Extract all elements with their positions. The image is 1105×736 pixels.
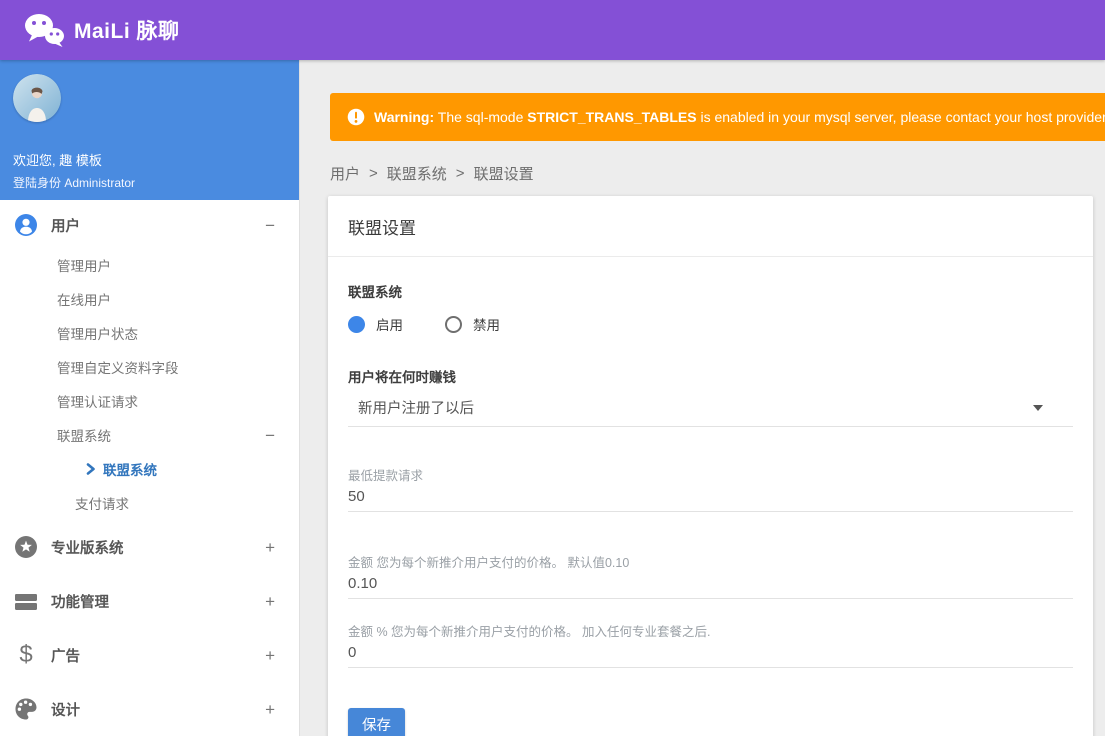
- sidebar-profile: 欢迎您, 趣 模板 登陆身份 Administrator: [0, 60, 299, 200]
- brand-title: MaiLi 脉聊: [74, 20, 180, 43]
- breadcrumb-separator: >: [369, 165, 378, 182]
- wechat-logo-icon: [24, 12, 64, 48]
- amount-per-referral-input[interactable]: [348, 571, 1073, 599]
- sidebar: 欢迎您, 趣 模板 登陆身份 Administrator 用户 − 管理用户 在…: [0, 60, 300, 736]
- warning-text: Warning: The sql-mode STRICT_TRANS_TABLE…: [374, 109, 1105, 125]
- affiliate-system-group: 联盟系统 启用 禁用: [348, 281, 1073, 334]
- earn-when-select[interactable]: 新用户注册了以后: [348, 397, 1073, 427]
- sidebar-subitem-label: 管理自定义资料字段: [57, 361, 179, 376]
- sidebar-item-users[interactable]: 用户 −: [0, 202, 299, 248]
- sidebar-item-label: 专业版系统: [51, 540, 124, 557]
- min-withdraw-field: 最低提款请求: [348, 465, 1073, 512]
- expand-plus-icon[interactable]: +: [265, 593, 275, 610]
- earn-when-group: 用户将在何时赚钱 新用户注册了以后: [348, 366, 1073, 427]
- panel-body: 联盟系统 启用 禁用 用户将在何时赚钱 新用户注册了以后 最低提款请求 50 金…: [328, 257, 1093, 736]
- sidebar-item-custom-fields[interactable]: 管理自定义资料字段: [0, 350, 299, 384]
- sidebar-item-pro-system[interactable]: 专业版系统 +: [0, 520, 299, 574]
- percent-per-referral-label: 金额 % 您为每个新推介用户支付的价格。 加入任何专业套餐之后.: [348, 625, 711, 639]
- percent-per-referral-field: 金额 % 您为每个新推介用户支付的价格。 加入任何专业套餐之后.: [348, 621, 1073, 668]
- collapse-minus-icon[interactable]: −: [265, 427, 275, 444]
- affiliate-system-radios: 启用 禁用: [348, 314, 1073, 334]
- affiliate-system-label: 联盟系统: [348, 285, 402, 300]
- radio-selected-icon[interactable]: [348, 315, 365, 333]
- sidebar-item-label: 设计: [51, 702, 80, 719]
- earn-when-label: 用户将在何时赚钱: [348, 370, 456, 385]
- radio-enable[interactable]: 启用: [348, 314, 403, 334]
- panel-title: 联盟设置: [328, 196, 1093, 257]
- warning-banner: Warning: The sql-mode STRICT_TRANS_TABLE…: [330, 93, 1105, 141]
- radio-unselected-icon[interactable]: [445, 315, 462, 333]
- user-icon: [14, 213, 38, 237]
- sidebar-item-feature-management[interactable]: 功能管理 +: [0, 574, 299, 628]
- sidebar-subitem-label: 联盟系统: [103, 463, 157, 478]
- welcome-text: 欢迎您, 趣 模板: [13, 153, 102, 168]
- sidebar-item-online-users[interactable]: 在线用户: [0, 282, 299, 316]
- exclamation-circle-icon: [347, 108, 365, 126]
- sidebar-menu: 用户 − 管理用户 在线用户 管理用户状态 管理自定义资料字段 管理认证请求 联…: [0, 200, 299, 736]
- sidebar-item-ads[interactable]: $ 广告 +: [0, 628, 299, 682]
- sidebar-item-design[interactable]: 设计 +: [0, 682, 299, 736]
- save-button[interactable]: 保存: [348, 708, 405, 736]
- sidebar-item-label: 功能管理: [51, 594, 109, 611]
- sidebar-item-affiliate-group[interactable]: 联盟系统 −: [0, 418, 299, 452]
- sidebar-item-user-status[interactable]: 管理用户状态: [0, 316, 299, 350]
- expand-plus-icon[interactable]: +: [265, 701, 275, 718]
- earn-when-value: 新用户注册了以后: [358, 401, 474, 417]
- radio-enable-label: 启用: [376, 318, 403, 333]
- breadcrumb-affiliate-system[interactable]: 联盟系统: [387, 163, 447, 184]
- sidebar-item-label: 广告: [51, 648, 80, 665]
- sidebar-subitem-label: 支付请求: [75, 497, 129, 512]
- bars-icon: [14, 589, 38, 613]
- sidebar-subitem-label: 管理用户状态: [57, 327, 138, 342]
- radio-disable[interactable]: 禁用: [445, 314, 500, 334]
- radio-disable-label: 禁用: [473, 318, 500, 333]
- dollar-icon: $: [19, 641, 33, 668]
- avatar[interactable]: [13, 74, 61, 122]
- expand-plus-icon[interactable]: +: [265, 647, 275, 664]
- caret-down-icon: [1033, 404, 1043, 411]
- affiliate-settings-panel: 联盟设置 联盟系统 启用 禁用 用户将在何时赚钱 新用户注册了以后 最低提款请求…: [328, 196, 1093, 736]
- min-withdraw-input[interactable]: [348, 484, 1073, 512]
- breadcrumb: 用户 > 联盟系统 > 联盟设置: [330, 163, 1105, 184]
- sidebar-item-label: 用户: [51, 218, 80, 235]
- min-withdraw-label: 最低提款请求: [348, 469, 424, 483]
- breadcrumb-users[interactable]: 用户: [330, 163, 360, 184]
- sidebar-subitem-label: 管理认证请求: [57, 395, 138, 410]
- sidebar-item-payment-requests[interactable]: 支付请求: [0, 486, 299, 520]
- expand-plus-icon[interactable]: +: [265, 539, 275, 556]
- palette-icon: [14, 697, 38, 721]
- sidebar-subitem-label: 在线用户: [57, 293, 111, 308]
- amount-per-referral-field: 金额 您为每个新推介用户支付的价格。 默认值0.10: [348, 552, 1073, 599]
- amount-per-referral-label: 金额 您为每个新推介用户支付的价格。 默认值0.10: [348, 556, 630, 570]
- sidebar-subitem-label: 联盟系统: [57, 429, 111, 444]
- percent-per-referral-input[interactable]: [348, 640, 1073, 668]
- sidebar-subitem-label: 管理用户: [57, 259, 111, 274]
- main-content: Warning: The sql-mode STRICT_TRANS_TABLE…: [300, 60, 1105, 736]
- sidebar-item-manage-users[interactable]: 管理用户: [0, 248, 299, 282]
- collapse-minus-icon[interactable]: −: [265, 217, 275, 234]
- chevron-right-icon: [86, 463, 96, 475]
- role-text: 登陆身份 Administrator: [13, 176, 136, 190]
- breadcrumb-current: 联盟设置: [473, 166, 534, 183]
- star-icon: [14, 535, 38, 559]
- sidebar-item-verification-requests[interactable]: 管理认证请求: [0, 384, 299, 418]
- sidebar-item-affiliate-system-active[interactable]: 联盟系统: [0, 452, 299, 486]
- breadcrumb-separator: >: [455, 165, 465, 182]
- topbar: MaiLi 脉聊: [0, 0, 1105, 60]
